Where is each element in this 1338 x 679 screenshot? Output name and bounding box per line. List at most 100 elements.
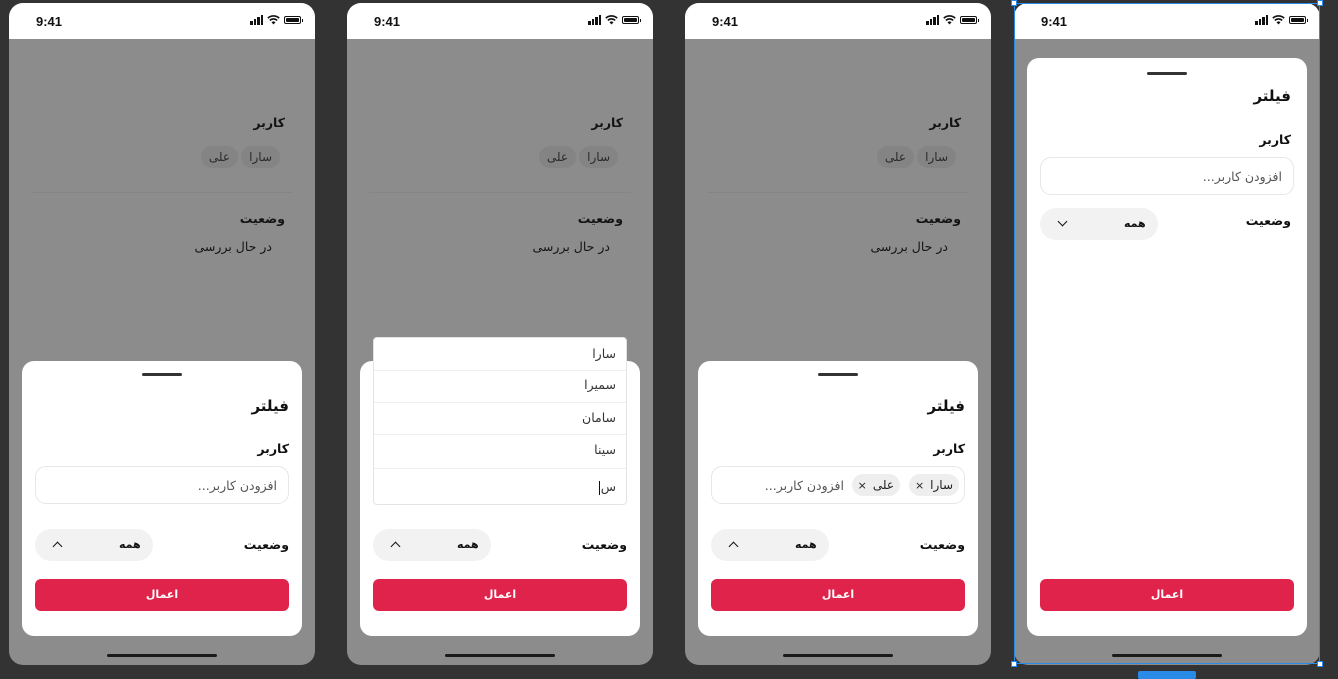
bg-status-value: در حال بررسی [870,239,948,254]
sheet-title: فیلتر [1253,87,1291,105]
sheet-grabber[interactable] [818,373,858,376]
sheet-grabber[interactable] [1147,72,1187,75]
bg-chip-ali: علی [876,146,914,168]
status-select-value: همه [795,538,817,551]
bg-status-value: در حال بررسی [532,239,610,254]
phone-frame-3: 9:41 کاربر سارا علی وضعیت در حال بررسی ف… [685,3,991,665]
bg-divider [31,192,293,193]
apply-button[interactable]: اعمال [35,579,289,611]
home-indicator [783,654,893,657]
status-time: 9:41 [374,14,401,29]
status-bar: 9:41 [347,3,653,39]
bg-divider [707,192,969,193]
status-bar: 9:41 [9,3,315,39]
signal-icon [926,15,939,25]
status-icons [926,15,979,25]
user-label: کاربر [1259,132,1291,147]
status-select-value: همه [457,538,479,551]
bg-user-label: کاربر [253,115,285,130]
tag-remove-icon[interactable]: × [915,479,924,492]
signal-icon [1255,15,1268,25]
phone-frame-4: 9:41 فیلتر کاربر افزودن کاربر... وضعیت ه… [1014,3,1320,665]
text-caret [599,481,600,495]
tag-label: سارا [930,478,953,492]
status-bar: 9:41 [685,3,991,39]
chevron-down-icon [1057,216,1068,227]
filter-sheet: فیلتر کاربر افزودن کاربر... وضعیت همه اع… [22,361,302,636]
battery-icon [1289,16,1308,24]
resize-handle[interactable] [1317,661,1323,667]
dropdown-option[interactable]: سارا [592,346,616,361]
apply-button[interactable]: اعمال [373,579,627,611]
bg-status-label: وضعیت [577,211,623,226]
user-tag-ali: علی × [851,474,900,496]
battery-icon [960,16,979,24]
wifi-icon [267,15,280,25]
status-label: وضعیت [1245,213,1291,228]
user-input-text[interactable]: س [601,479,616,494]
bg-status-label: وضعیت [239,211,285,226]
wifi-icon [1272,15,1285,25]
battery-icon [284,16,303,24]
status-select-value: همه [119,538,141,551]
bg-chip-ali: علی [200,146,238,168]
bg-divider [369,192,631,193]
home-indicator [1112,654,1222,657]
status-select[interactable]: همه [373,529,491,561]
bg-chip-ali: علی [538,146,576,168]
bg-user-label: کاربر [929,115,961,130]
battery-icon [622,16,641,24]
chevron-up-icon [52,541,63,552]
wifi-icon [943,15,956,25]
phone-frame-1: 9:41 کاربر سارا علی وضعیت در حال بررسی ف… [9,3,315,665]
selection-size-tag [1138,671,1196,679]
user-label: کاربر [257,441,289,456]
status-select-value: همه [1124,217,1146,230]
resize-handle[interactable] [1317,0,1323,6]
sheet-title: فیلتر [927,397,965,415]
apply-button[interactable]: اعمال [711,579,965,611]
apply-button[interactable]: اعمال [1040,579,1294,611]
status-select[interactable]: همه [711,529,829,561]
status-select[interactable]: همه [1040,208,1158,240]
tag-label: علی [872,478,894,492]
bg-user-label: کاربر [591,115,623,130]
resize-handle[interactable] [1011,0,1017,6]
bg-chip-sara: سارا [241,146,280,168]
resize-handle[interactable] [1011,661,1017,667]
status-time: 9:41 [36,14,63,29]
status-time: 9:41 [1041,14,1068,29]
status-label: وضعیت [919,537,965,552]
user-input[interactable]: سارا × علی × افزودن کاربر... [711,466,965,504]
chevron-up-icon [728,541,739,552]
user-input-placeholder: افزودن کاربر... [764,478,844,493]
bg-chip-sara: سارا [917,146,956,168]
phone-frame-2: 9:41 کاربر سارا علی وضعیت در حال بررسی و… [347,3,653,665]
user-label: کاربر [933,441,965,456]
status-time: 9:41 [712,14,739,29]
dropdown-option[interactable]: سامان [582,410,616,425]
wifi-icon [605,15,618,25]
user-tag-sara: سارا × [908,474,959,496]
status-select[interactable]: همه [35,529,153,561]
status-icons [250,15,303,25]
status-label: وضعیت [243,537,289,552]
user-input[interactable]: افزودن کاربر... [1040,157,1294,195]
dropdown-option[interactable]: سینا [594,442,616,457]
signal-icon [250,15,263,25]
status-bar: 9:41 [1014,3,1320,39]
user-input-placeholder: افزودن کاربر... [1202,169,1282,184]
dropdown-option[interactable]: سمیرا [584,377,616,392]
status-icons [588,15,641,25]
bg-chip-sara: سارا [579,146,618,168]
filter-sheet: فیلتر کاربر سارا × علی × افزودن کاربر... و… [698,361,978,636]
user-input[interactable]: افزودن کاربر... [35,466,289,504]
chevron-up-icon [390,541,401,552]
home-indicator [445,654,555,657]
user-autocomplete-dropdown: سارا سمیرا سامان سینا س [373,337,627,505]
sheet-grabber[interactable] [142,373,182,376]
bg-status-label: وضعیت [915,211,961,226]
tag-remove-icon[interactable]: × [858,479,867,492]
signal-icon [588,15,601,25]
status-label: وضعیت [581,537,627,552]
